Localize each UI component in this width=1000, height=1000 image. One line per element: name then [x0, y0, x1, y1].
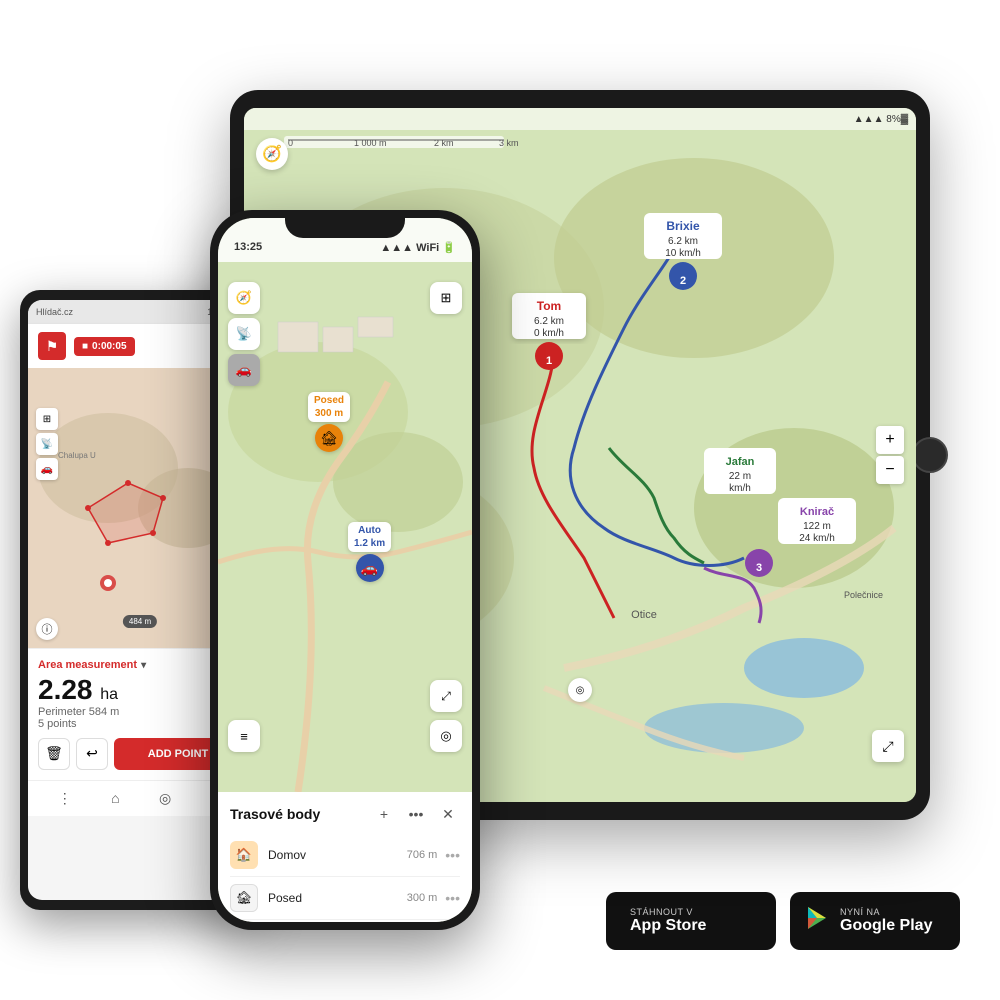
svg-text:6.2 km: 6.2 km — [668, 236, 698, 247]
svg-text:22 m: 22 m — [729, 471, 751, 482]
svg-text:Polečnice: Polečnice — [844, 590, 883, 600]
tablet-expand[interactable]: ⤢ — [872, 730, 904, 762]
svg-text:10 km/h: 10 km/h — [665, 248, 701, 259]
appstore-big-text: App Store — [630, 917, 706, 935]
googleplay-text: NYNí NA Google Play — [840, 907, 932, 935]
android-target-icon[interactable]: ◎ — [159, 790, 171, 807]
tablet-zoom-in[interactable]: + — [876, 426, 904, 454]
googleplay-button[interactable]: NYNí NA Google Play — [790, 892, 960, 950]
tablet-status-text: ▲▲▲ 8%▓ — [854, 114, 908, 125]
scene: ▲▲▲ 8%▓ Otice Polečnice — [20, 30, 980, 970]
svg-text:0 km/h: 0 km/h — [534, 328, 564, 339]
iphone-sheet-header: Trasové body + ••• ✕ — [230, 802, 460, 826]
domov-dist: 706 m — [407, 849, 438, 861]
svg-text:Brixie: Brixie — [666, 219, 700, 233]
svg-text:6.2 km: 6.2 km — [534, 316, 564, 327]
iphone-status-icons: ▲▲▲ WiFi 🔋 — [380, 241, 456, 254]
domov-name: Domov — [268, 848, 407, 862]
iphone-sheet-actions: + ••• ✕ — [372, 802, 460, 826]
svg-text:1: 1 — [546, 355, 552, 367]
posed-more[interactable]: ••• — [445, 890, 460, 906]
svg-text:Chalupa U: Chalupa U — [58, 451, 96, 460]
domov-more[interactable]: ••• — [445, 847, 460, 863]
googleplay-big-text: Google Play — [840, 917, 932, 935]
svg-text:3: 3 — [756, 562, 762, 574]
appstore-text: Stáhnout v App Store — [630, 907, 706, 935]
android-location-btn[interactable]: 🚗 — [36, 458, 58, 480]
tablet-home-button[interactable] — [912, 437, 948, 473]
iphone-sidebar: 🧭 📡 🚗 — [228, 282, 260, 386]
list-item-posed[interactable]: 🏚 Posed 300 m ••• — [230, 877, 460, 920]
googleplay-icon — [804, 905, 830, 938]
list-item-krmelec[interactable]: 🦌 Krmelec 1.2 km ••• — [230, 920, 460, 922]
tablet-zoom-group: + − — [876, 426, 904, 484]
iphone-layer-btn[interactable]: ⊞ — [430, 282, 462, 314]
iphone-menu-btn[interactable]: ≡ — [228, 720, 260, 752]
android-undo-btn[interactable]: ↩ — [76, 738, 108, 770]
iphone-posed-pin: Posed300 m 🏚 — [308, 392, 350, 452]
iphone-sheet-more[interactable]: ••• — [404, 802, 428, 826]
svg-text:2: 2 — [680, 275, 686, 287]
iphone-sheet-title: Trasové body — [230, 806, 320, 822]
iphone-sheet-add[interactable]: + — [372, 802, 396, 826]
iphone-device: 13:25 ▲▲▲ WiFi 🔋 — [210, 210, 480, 930]
svg-text:24 km/h: 24 km/h — [799, 533, 835, 544]
iphone-posed-label: Posed300 m — [308, 392, 350, 422]
iphone-signal-btn[interactable]: 📡 — [228, 318, 260, 350]
iphone-sheet-close[interactable]: ✕ — [436, 802, 460, 826]
list-item-domov[interactable]: 🏠 Domov 706 m ••• — [230, 834, 460, 877]
tablet-status-bar: ▲▲▲ 8%▓ — [244, 108, 916, 130]
iphone-notch — [285, 210, 405, 238]
iphone-expand-btn[interactable]: ⤢ — [430, 680, 462, 712]
iphone-auto-icon: 🚗 — [356, 554, 384, 582]
iphone-car-btn[interactable]: 🚗 — [228, 354, 260, 386]
store-buttons: Stáhnout v App Store NYNí NA Google Play — [606, 892, 960, 950]
android-layers-btn[interactable]: ⊞ — [36, 408, 58, 430]
android-signal-btn[interactable]: 📡 — [36, 433, 58, 455]
tablet-compass[interactable]: 🧭 — [256, 138, 288, 170]
appstore-small-text: Stáhnout v — [630, 907, 706, 917]
iphone-map: 🧭 📡 🚗 ⊞ Posed300 m 🏚 Auto1.2 km 🚗 — [218, 262, 472, 792]
svg-text:Jafan: Jafan — [726, 456, 755, 468]
android-app-name: Hlídač.cz — [36, 307, 73, 317]
iphone-auto-label: Auto1.2 km — [348, 522, 391, 552]
stop-icon: ■ — [82, 341, 88, 352]
android-menu-icon[interactable]: ⋮ — [58, 790, 72, 807]
android-home-nav-icon[interactable]: ⌂ — [111, 790, 119, 806]
panel-dropdown-icon[interactable]: ▾ — [141, 660, 146, 671]
android-area-unit: ha — [100, 686, 118, 703]
android-distance-badge: 484 m — [123, 615, 157, 628]
iphone-screen: 13:25 ▲▲▲ WiFi 🔋 — [218, 218, 472, 922]
svg-text:Tom: Tom — [537, 299, 561, 313]
googleplay-small-text: NYNí NA — [840, 907, 932, 917]
iphone-bottom-sheet: Trasové body + ••• ✕ 🏠 Domov 706 m ••• 🏚 — [218, 792, 472, 922]
android-flag-icon: ⚑ — [38, 332, 66, 360]
iphone-gps-btn[interactable]: ◎ — [430, 720, 462, 752]
iphone-auto-pin: Auto1.2 km 🚗 — [348, 522, 391, 582]
svg-text:km/h: km/h — [729, 483, 751, 494]
iphone-compass-btn[interactable]: 🧭 — [228, 282, 260, 314]
android-timer: 0:00:05 — [92, 341, 126, 352]
domov-icon: 🏠 — [230, 841, 258, 869]
android-trash-btn[interactable]: 🗑 — [38, 738, 70, 770]
posed-dist: 300 m — [407, 892, 438, 904]
android-info-btn[interactable]: ⓘ — [36, 618, 58, 640]
posed-name: Posed — [268, 891, 407, 905]
posed-icon: 🏚 — [230, 884, 258, 912]
svg-text:Knirač: Knirač — [800, 506, 834, 518]
panel-title-text: Area measurement — [38, 659, 137, 671]
appstore-button[interactable]: Stáhnout v App Store — [606, 892, 776, 950]
android-sidebar: ⊞ 📡 🚗 — [36, 408, 58, 480]
svg-text:122 m: 122 m — [803, 521, 831, 532]
android-stop-button[interactable]: ■ 0:00:05 — [74, 337, 135, 356]
svg-text:Otice: Otice — [631, 609, 657, 621]
iphone-posed-icon: 🏚 — [315, 424, 343, 452]
tablet-gps-dot[interactable]: ◎ — [568, 678, 592, 702]
tablet-zoom-out[interactable]: − — [876, 456, 904, 484]
iphone-time: 13:25 — [234, 241, 262, 253]
